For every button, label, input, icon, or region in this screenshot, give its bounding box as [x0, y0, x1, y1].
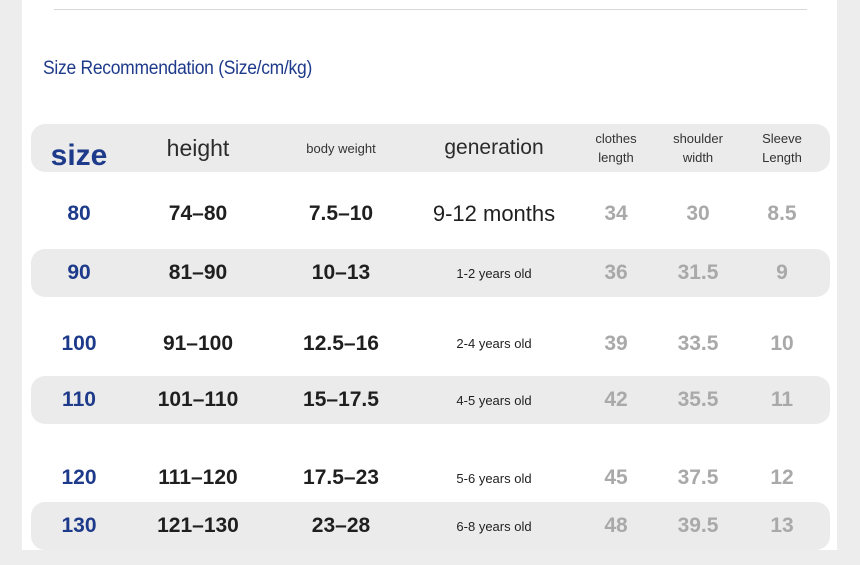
size-cell: 90: [67, 261, 91, 284]
height-cell: 74–80: [168, 201, 228, 225]
height-cell: 101–110: [157, 388, 239, 411]
generation-cell: 2-4 years old: [456, 336, 532, 351]
sleeve-length-cell: 11: [770, 388, 794, 411]
shoulder-width-cell: 30: [686, 201, 710, 225]
weight-cell: 15–17.5: [303, 388, 379, 411]
weight-cell: 7.5–10: [308, 201, 374, 225]
shoulder-width-cell: 39.5: [677, 514, 719, 537]
header-sleeve-length-line1: Sleeve: [762, 131, 802, 146]
table-row: 130 121–130 23–28 6-8 years old 48 39.5 …: [31, 502, 830, 565]
clothes-length-cell: 42: [604, 388, 628, 411]
shoulder-width-cell: 31.5: [677, 261, 719, 284]
table-header-row: size height body weight generation cloth…: [31, 124, 830, 172]
size-table: size height body weight generation cloth…: [31, 124, 830, 360]
generation-cell: 1-2 years old: [456, 265, 532, 281]
header-body-weight: body weight: [306, 140, 376, 156]
generation-cell: 6-8 years old: [456, 518, 532, 534]
header-clothes-length-line2: length: [598, 150, 634, 165]
table-row: 110 101–110 15–17.5 4-5 years old 42 35.…: [31, 376, 830, 439]
clothes-length-cell: 48: [604, 514, 628, 537]
weight-cell: 10–13: [311, 261, 371, 284]
size-table-last: 130 121–130 23–28 6-8 years old 48 39.5 …: [31, 502, 830, 565]
size-table-lower: 110 101–110 15–17.5 4-5 years old 42 35.…: [31, 376, 830, 517]
top-divider: [54, 9, 807, 10]
header-generation: generation: [444, 136, 544, 159]
header-shoulder-width-line1: shoulder: [673, 131, 723, 146]
header-shoulder-width: shoulder width: [661, 124, 735, 172]
sleeve-length-cell: 9: [776, 261, 788, 284]
table-row: 100 91–100 12.5–16 2-4 years old 39 33.5…: [31, 312, 830, 375]
header-shoulder-width-line2: width: [682, 150, 714, 165]
size-cell: 100: [61, 331, 97, 355]
size-cell: 80: [67, 201, 91, 225]
size-cell: 110: [62, 388, 96, 411]
clothes-length-cell: 36: [604, 261, 628, 284]
header-clothes-length: clothes length: [581, 124, 651, 172]
sleeve-length-cell: 13: [770, 514, 794, 537]
shoulder-width-cell: 35.5: [677, 388, 719, 411]
weight-cell: 23–28: [311, 514, 371, 537]
sleeve-length-cell: 10: [770, 331, 794, 355]
shoulder-width-cell: 33.5: [677, 331, 719, 355]
size-chart-card: Size Recommendation (Size/cm/kg) size he…: [22, 0, 837, 550]
header-sleeve-length: Sleeve Length: [745, 124, 819, 172]
header-height: height: [166, 134, 230, 161]
height-cell: 91–100: [162, 331, 234, 355]
table-row: 90 81–90 10–13 1-2 years old 36 31.5 9: [31, 249, 830, 312]
header-clothes-length-line1: clothes: [595, 131, 637, 146]
clothes-length-cell: 34: [604, 201, 628, 225]
header-size: size: [50, 139, 108, 172]
size-chart-heading: Size Recommendation (Size/cm/kg): [43, 58, 313, 79]
generation-cell: 9-12 months: [432, 200, 556, 226]
weight-cell: 12.5–16: [303, 331, 379, 355]
height-cell: 121–130: [157, 514, 239, 537]
generation-cell: 4-5 years old: [456, 392, 532, 408]
size-cell: 130: [61, 514, 97, 537]
clothes-length-cell: 39: [604, 331, 628, 355]
height-cell: 81–90: [168, 261, 228, 284]
sleeve-length-cell: 8.5: [767, 201, 797, 225]
header-sleeve-length-line2: Length: [762, 150, 802, 165]
table-row: 80 74–80 7.5–10 9-12 months 34 30 8.5: [31, 182, 830, 245]
